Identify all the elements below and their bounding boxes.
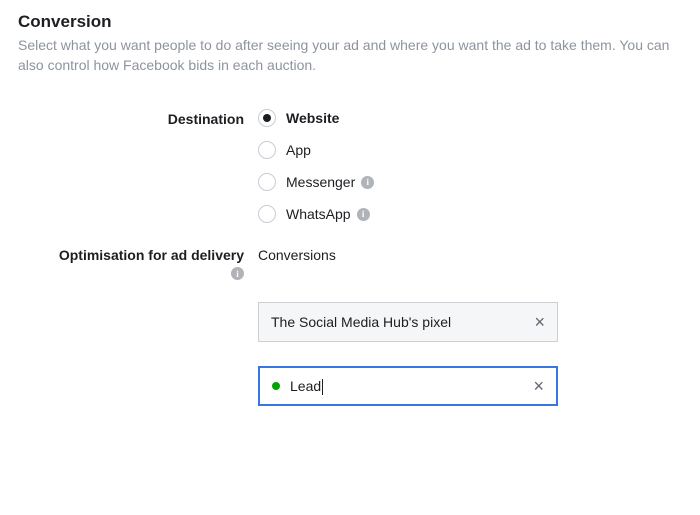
clear-icon[interactable]: × xyxy=(533,377,544,395)
destination-option-messenger[interactable]: Messenger i xyxy=(258,173,374,191)
optimisation-row: Optimisation for ad delivery i Conversio… xyxy=(18,245,682,280)
info-icon[interactable]: i xyxy=(231,267,244,280)
optimisation-value: Conversions xyxy=(258,245,336,263)
radio-label-whatsapp: WhatsApp xyxy=(286,206,351,222)
section-description: Select what you want people to do after … xyxy=(18,36,682,75)
fields-row: The Social Media Hub's pixel × Lead × xyxy=(18,302,682,406)
pixel-select[interactable]: The Social Media Hub's pixel × xyxy=(258,302,558,342)
status-dot-icon xyxy=(272,382,280,390)
destination-option-whatsapp[interactable]: WhatsApp i xyxy=(258,205,374,223)
optimisation-label: Optimisation for ad delivery i xyxy=(18,245,258,280)
clear-icon[interactable]: × xyxy=(534,313,545,331)
destination-option-website[interactable]: Website xyxy=(258,109,374,127)
destination-radio-group: Website App Messenger i WhatsApp i xyxy=(258,109,374,223)
radio-label-website: Website xyxy=(286,110,339,126)
pixel-select-text: The Social Media Hub's pixel xyxy=(271,314,534,330)
radio-icon xyxy=(258,109,276,127)
radio-icon xyxy=(258,205,276,223)
destination-label: Destination xyxy=(18,109,258,127)
radio-icon xyxy=(258,141,276,159)
conversion-event-text: Lead xyxy=(290,378,533,395)
info-icon[interactable]: i xyxy=(357,208,370,221)
conversion-event-input[interactable]: Lead × xyxy=(258,366,558,406)
field-stack: The Social Media Hub's pixel × Lead × xyxy=(258,302,558,406)
radio-icon xyxy=(258,173,276,191)
fields-spacer xyxy=(18,302,258,304)
radio-label-app: App xyxy=(286,142,311,158)
destination-row: Destination Website App Messenger i What… xyxy=(18,109,682,223)
radio-label-messenger: Messenger xyxy=(286,174,355,190)
destination-option-app[interactable]: App xyxy=(258,141,374,159)
text-cursor xyxy=(322,379,323,395)
section-title: Conversion xyxy=(18,12,682,32)
info-icon[interactable]: i xyxy=(361,176,374,189)
optimisation-label-text: Optimisation for ad delivery xyxy=(59,247,244,263)
